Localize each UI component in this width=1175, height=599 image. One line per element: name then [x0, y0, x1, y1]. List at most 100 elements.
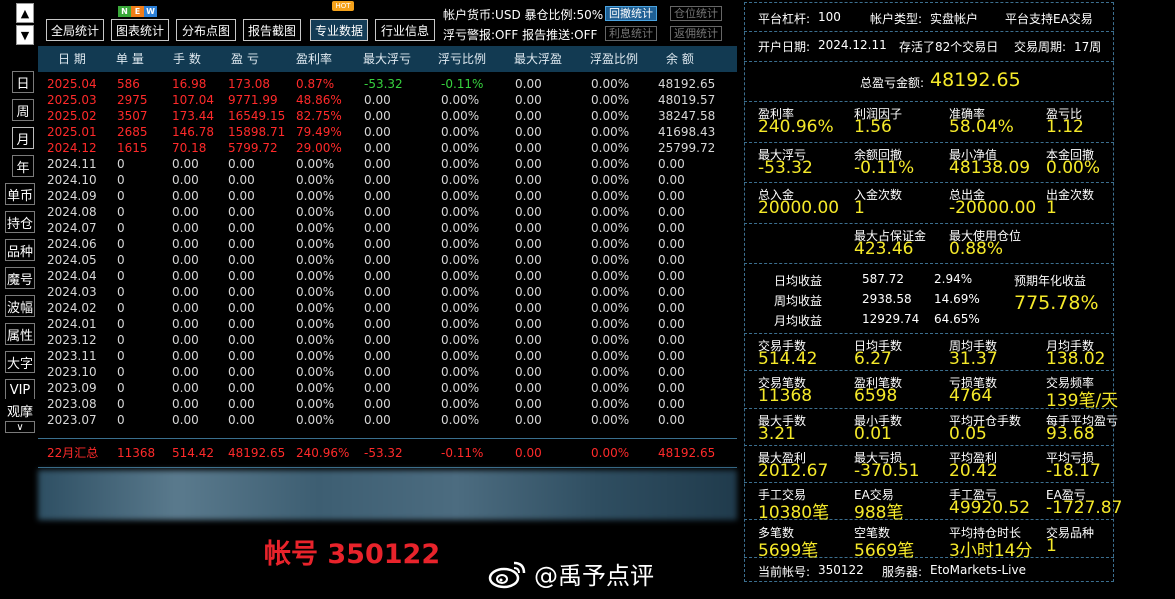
table-row[interactable]: 2023.09 0 0.00 0.00 0.00% 0.00 0.00% 0.00 0.00% 0…: [38, 380, 737, 396]
tab-volatility[interactable]: 波幅: [5, 295, 35, 317]
table-row[interactable]: 2024.09 0 0.00 0.00 0.00% 0.00 0.00% 0.00 0.00% 0…: [38, 188, 737, 204]
table-row[interactable]: 2023.10 0 0.00 0.00 0.00% 0.00 0.00% 0.00 0.00% 0…: [38, 364, 737, 380]
table-cell: 0: [117, 301, 125, 315]
tab-attributes[interactable]: 属性: [5, 323, 35, 345]
table-cell: 0.00: [515, 221, 542, 235]
table-row[interactable]: 2023.08 0 0.00 0.00 0.00% 0.00 0.00% 0.00 0.00% 0…: [38, 396, 737, 412]
tab-year[interactable]: 年: [12, 155, 34, 177]
table-cell: 16.98: [172, 77, 207, 91]
table-row[interactable]: 2025.01 2685 146.78 15898.71 79.49% 0.00 0.00%…: [38, 124, 737, 140]
col-profit[interactable]: 盈 亏: [231, 46, 259, 72]
table-cell: 0.00%: [441, 269, 480, 283]
table-cell: 0.00%: [591, 77, 630, 91]
table-cell: 0.00: [172, 253, 199, 267]
table-row[interactable]: 2024.05 0 0.00 0.00 0.00% 0.00 0.00% 0.00 0.00% 0…: [38, 252, 737, 268]
position-stats-button[interactable]: 仓位统计: [670, 6, 722, 21]
table-cell: 48192.65: [658, 77, 716, 91]
weibo-watermark: @禹予点评: [488, 556, 654, 591]
col-lots[interactable]: 手 数: [173, 46, 201, 72]
table-cell: 0.00: [515, 365, 542, 379]
report-screenshot-button[interactable]: 报告截图: [243, 19, 301, 41]
table-cell: 0.00: [658, 221, 685, 235]
tab-observe[interactable]: 观摩: [5, 399, 35, 421]
col-max-float-loss[interactable]: 最大浮亏: [363, 46, 411, 72]
stat-value: 5699笔: [758, 540, 819, 561]
table-row[interactable]: 2023.11 0 0.00 0.00 0.00% 0.00 0.00% 0.00 0.00% 0…: [38, 348, 737, 364]
global-stats-button[interactable]: 全局统计: [46, 19, 104, 41]
stat-value: 1.12: [1046, 117, 1084, 137]
table-cell: 0.00: [364, 365, 391, 379]
table-cell: 0: [117, 189, 125, 203]
tab-week[interactable]: 周: [12, 99, 34, 121]
col-float-loss-ratio[interactable]: 浮亏比例: [438, 46, 486, 72]
table-cell: 0.00%: [441, 413, 480, 427]
triangle-down-icon: ▼: [20, 28, 30, 42]
table-row[interactable]: 2025.03 2975 107.04 9771.99 48.86% 0.00 0.00% 0…: [38, 92, 737, 108]
platform-info-section: 平台杠杆: 100 帐户类型: 实盘帐户 平台支持EA交易: [744, 2, 1114, 32]
table-cell: 0: [117, 397, 125, 411]
table-cell: 0.00: [515, 317, 542, 331]
tab-day[interactable]: 日: [12, 71, 34, 93]
table-cell: 0.00: [364, 301, 391, 315]
table-cell: 0.00: [172, 237, 199, 251]
table-cell: 2024.06: [47, 237, 97, 251]
chevron-down-icon[interactable]: ∨: [5, 421, 35, 433]
table-row[interactable]: 2024.11 0 0.00 0.00 0.00% 0.00 0.00% 0.00 0.00% 0…: [38, 156, 737, 172]
stats-row: 最大手数 3.21 最小手数 0.01 平均开仓手数 0.05 每手平均盈亏 93.68: [744, 409, 1118, 446]
table-cell: 0.00: [172, 397, 199, 411]
footer-section: 当前帐号: 350122 服务器: EtoMarkets-Live: [758, 563, 1026, 579]
col-balance[interactable]: 余 额: [666, 46, 694, 72]
table-row[interactable]: 2024.04 0 0.00 0.00 0.00% 0.00 0.00% 0.00 0.00% 0…: [38, 268, 737, 284]
rebate-stats-button[interactable]: 返佣统计: [670, 26, 722, 41]
table-row[interactable]: 2024.02 0 0.00 0.00 0.00% 0.00 0.00% 0.00 0.00% 0…: [38, 300, 737, 316]
table-row[interactable]: 2024.03 0 0.00 0.00 0.00% 0.00 0.00% 0.00 0.00% 0…: [38, 284, 737, 300]
table-cell: 0.00: [364, 221, 391, 235]
table-row[interactable]: 2024.12 1615 70.18 5799.72 29.00% 0.00 0.00% 0.…: [38, 140, 737, 156]
col-float-profit-ratio[interactable]: 浮盈比例: [590, 46, 638, 72]
table-cell: 0.00%: [591, 381, 630, 395]
scroll-up-button[interactable]: ▲: [16, 3, 34, 23]
tab-big-font[interactable]: 大字: [5, 351, 35, 373]
scroll-down-button[interactable]: ▼: [16, 25, 34, 45]
table-row[interactable]: 2023.12 0 0.00 0.00 0.00% 0.00 0.00% 0.00 0.00% 0…: [38, 332, 737, 348]
table-row[interactable]: 2024.07 0 0.00 0.00 0.00% 0.00 0.00% 0.00 0.00% 0…: [38, 220, 737, 236]
table-cell: -53.32: [364, 77, 403, 91]
table-cell: 0.00: [658, 413, 685, 427]
table-row[interactable]: 2024.08 0 0.00 0.00 0.00% 0.00 0.00% 0.00 0.00% 0…: [38, 204, 737, 220]
summary-row: 22月汇总 11368 514.42 48192.65 240.96% -53.…: [38, 438, 737, 468]
table-row[interactable]: 2024.06 0 0.00 0.00 0.00% 0.00 0.00% 0.00 0.00% 0…: [38, 236, 737, 252]
col-max-float-profit[interactable]: 最大浮盈: [514, 46, 562, 72]
industry-info-button[interactable]: 行业信息: [375, 19, 435, 41]
table-cell: 0.00: [228, 333, 255, 347]
table-cell: 0.00: [515, 189, 542, 203]
pro-data-button[interactable]: 专业数据: [310, 19, 368, 41]
interest-stats-button[interactable]: 利息统计: [605, 26, 657, 41]
tab-magic-number[interactable]: 魔号: [5, 267, 35, 289]
table-cell: 0.00%: [441, 301, 480, 315]
table-row[interactable]: 2025.02 3507 173.44 16549.15 82.75% 0.00 0.00%…: [38, 108, 737, 124]
tab-single-currency[interactable]: 单币: [5, 183, 35, 205]
table-cell: 2024.07: [47, 221, 97, 235]
tab-holdings[interactable]: 持仓: [5, 211, 35, 233]
col-date[interactable]: 日 期: [58, 46, 86, 72]
drawdown-stats-button[interactable]: 回撤统计: [605, 6, 657, 21]
tab-vip[interactable]: VIP: [5, 379, 35, 401]
tab-symbols[interactable]: 品种: [5, 239, 35, 261]
distribution-chart-button[interactable]: 分布点图: [176, 19, 236, 41]
table-row[interactable]: 2024.01 0 0.00 0.00 0.00% 0.00 0.00% 0.00 0.00% 0…: [38, 316, 737, 332]
table-row[interactable]: 2025.04 586 16.98 173.08 0.87% -53.32 -0.11% 0.…: [38, 76, 737, 92]
table-cell: 0.00: [515, 93, 542, 107]
col-profit-rate[interactable]: 盈利率: [296, 46, 332, 72]
chart-stats-button[interactable]: 图表统计: [111, 19, 169, 41]
table-cell: 0.00: [658, 285, 685, 299]
col-orders[interactable]: 单 量: [116, 46, 144, 72]
table-row[interactable]: 2024.10 0 0.00 0.00 0.00% 0.00 0.00% 0.00 0.00% 0…: [38, 172, 737, 188]
table-cell: 0.00%: [296, 189, 335, 203]
table-cell: 0.00: [364, 317, 391, 331]
table-cell: 0.00: [515, 109, 542, 123]
table-row[interactable]: 2023.07 0 0.00 0.00 0.00% 0.00 0.00% 0.00 0.00% 0…: [38, 412, 737, 428]
tab-month[interactable]: 月: [12, 127, 34, 149]
table-cell: 0.00: [228, 157, 255, 171]
new-badge: N E W: [118, 6, 157, 17]
table-cell: 0.00: [364, 333, 391, 347]
